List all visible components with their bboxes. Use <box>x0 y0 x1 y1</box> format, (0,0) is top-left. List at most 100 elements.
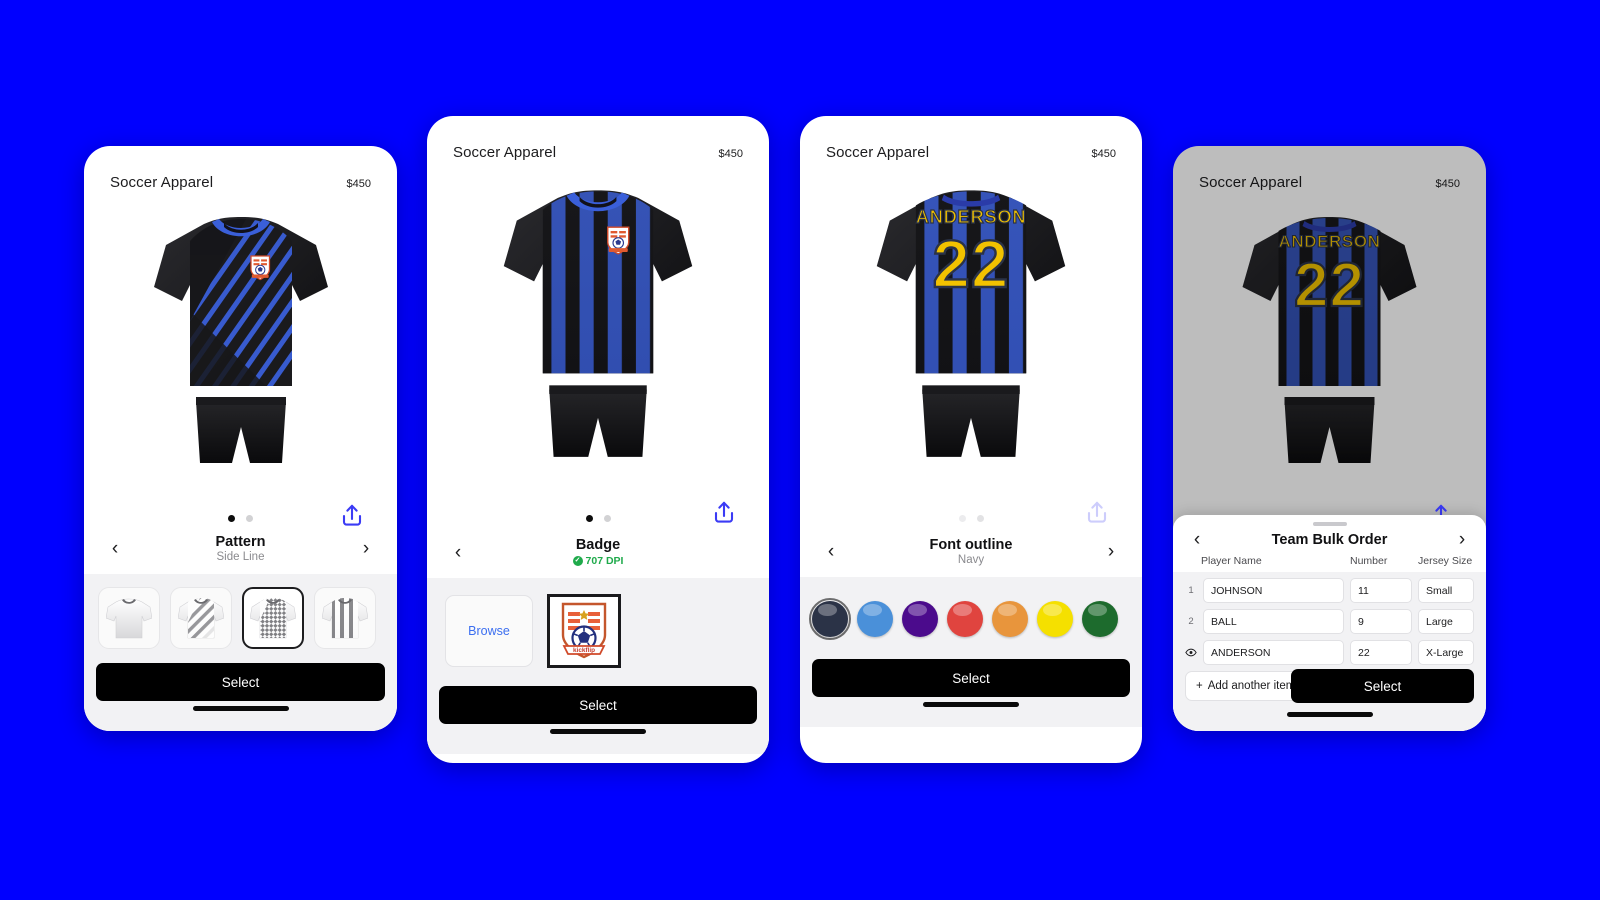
check-icon: ✓ <box>572 556 583 566</box>
carousel-dot-2[interactable] <box>976 514 984 522</box>
page-title: Soccer Apparel <box>826 144 930 161</box>
canvas: Soccer Apparel $450 ‹ Pattern Side Line … <box>0 0 1600 900</box>
jersey-preview[interactable]: ANDERSON 22 <box>800 173 1142 503</box>
column-header-player-name: Player Name <box>1201 555 1262 567</box>
sheet-header: ‹ Team Bulk Order › <box>1173 530 1486 549</box>
prev-option-button[interactable]: ‹ <box>104 539 126 558</box>
page-title: Soccer Apparel <box>1199 174 1303 191</box>
upload-icon <box>342 504 362 526</box>
pattern-thumbnail-list[interactable] <box>84 587 397 649</box>
pattern-thumb-vertical[interactable] <box>314 587 376 649</box>
number-input[interactable]: 9 <box>1350 609 1412 634</box>
share-button[interactable] <box>339 502 367 532</box>
select-button[interactable]: Select <box>96 663 385 701</box>
carousel-dots[interactable] <box>427 501 769 533</box>
player-name-input[interactable]: ANDERSON <box>1203 640 1344 665</box>
shirt-side-line-icon <box>250 598 296 639</box>
option-title: Font outline <box>929 537 1013 553</box>
swatch-purple[interactable] <box>902 601 938 637</box>
page-title: Soccer Apparel <box>453 144 557 161</box>
sheet-title: Team Bulk Order <box>1271 531 1388 548</box>
jersey-preview[interactable] <box>427 173 769 503</box>
card-pattern[interactable]: Soccer Apparel $450 ‹ Pattern Side Line … <box>84 146 397 731</box>
option-title: Pattern <box>215 534 266 550</box>
table-row[interactable]: ANDERSON 22 X-Large <box>1173 640 1486 671</box>
swatch-red[interactable] <box>947 601 983 637</box>
card-badge[interactable]: Soccer Apparel $450 ‹ Badge ✓ 707 DPI Br… <box>427 116 769 763</box>
upload-icon <box>1087 501 1107 523</box>
next-option-button[interactable]: › <box>355 539 377 558</box>
carousel-dot-2[interactable] <box>246 514 253 522</box>
next-option-button[interactable]: › <box>1100 542 1122 561</box>
product-header: Soccer Apparel $450 <box>800 116 1142 161</box>
jersey-player-number: 22 <box>1294 251 1365 320</box>
sheet-footer <box>1173 721 1486 731</box>
swatch-green[interactable] <box>1082 601 1118 637</box>
share-button[interactable] <box>711 499 739 529</box>
player-name-input[interactable]: BALL <box>1203 609 1344 634</box>
option-title: Badge <box>575 537 621 553</box>
badge-picker[interactable]: Browse kickflip <box>427 594 769 668</box>
dpi-label: 707 DPI <box>585 555 624 567</box>
jersey-size-select[interactable]: Small <box>1418 578 1474 603</box>
home-indicator <box>84 701 397 715</box>
prev-option-button[interactable]: ‹ <box>820 542 842 561</box>
carousel-dot-2[interactable] <box>603 514 611 522</box>
carousel-dots[interactable] <box>800 501 1142 533</box>
product-price: $450 <box>1435 178 1460 190</box>
jersey-size-select[interactable]: Large <box>1418 609 1474 634</box>
select-button[interactable]: Select <box>812 659 1130 697</box>
badge-tray: Browse kickflip Select <box>427 578 769 754</box>
sheet-grabber[interactable] <box>1312 522 1347 526</box>
tray-footer <box>800 711 1142 727</box>
tray-footer <box>427 738 769 754</box>
prev-option-button[interactable]: ‹ <box>447 543 469 562</box>
swatch-blue[interactable] <box>857 601 893 637</box>
jersey-back-stripes-icon: ANDERSON 22 <box>1242 217 1417 463</box>
carousel-dot-1[interactable] <box>228 514 235 522</box>
home-indicator <box>800 697 1142 711</box>
next-option-button[interactable]: › <box>1451 530 1473 549</box>
badge-caption: kickflip <box>573 647 595 654</box>
product-header: Soccer Apparel $450 <box>1173 146 1486 191</box>
product-header: Soccer Apparel $450 <box>427 116 769 161</box>
table-row[interactable]: 1 JOHNSON 11 Small <box>1173 578 1486 609</box>
number-input[interactable]: 11 <box>1350 578 1412 603</box>
select-button[interactable]: Select <box>439 686 757 724</box>
pattern-thumb-diagonal[interactable] <box>170 587 232 649</box>
page-title: Soccer Apparel <box>110 174 214 191</box>
jersey-preview[interactable] <box>84 201 397 506</box>
number-input[interactable]: 22 <box>1350 640 1412 665</box>
carousel-dots[interactable] <box>84 504 397 530</box>
pattern-thumb-side-line[interactable] <box>242 587 304 649</box>
card-bulk-order[interactable]: Soccer Apparel $450 ANDERSON 22 ‹ Team B… <box>1173 146 1486 731</box>
jersey-player-name: ANDERSON <box>916 206 1027 227</box>
table-row[interactable]: 2 BALL 9 Large <box>1173 609 1486 640</box>
color-swatch-list[interactable] <box>800 598 1142 640</box>
carousel-dot-1[interactable] <box>958 514 966 522</box>
bulk-order-sheet[interactable]: ‹ Team Bulk Order › Player Name Number J… <box>1173 515 1486 731</box>
product-header: Soccer Apparel $450 <box>84 146 397 191</box>
badge-thumbnail[interactable]: kickflip <box>547 594 621 668</box>
card-font-outline[interactable]: Soccer Apparel $450 ANDERSON 22 ‹ Font o… <box>800 116 1142 763</box>
pattern-thumb-plain[interactable] <box>98 587 160 649</box>
select-button[interactable]: Select <box>1291 669 1474 703</box>
table-body: 1 JOHNSON 11 Small 2 BALL 9 Large ANDERS… <box>1173 572 1486 731</box>
carousel-dot-1[interactable] <box>585 514 593 522</box>
player-name-input[interactable]: JOHNSON <box>1203 578 1344 603</box>
home-indicator <box>427 724 769 738</box>
share-button[interactable] <box>1084 499 1112 529</box>
prev-option-button[interactable]: ‹ <box>1186 530 1208 549</box>
jersey-size-select[interactable]: X-Large <box>1418 640 1474 665</box>
swatch-navy[interactable] <box>809 598 851 640</box>
option-panel-font-outline: ‹ Font outline Navy › Select <box>800 535 1142 727</box>
jersey-preview[interactable]: ANDERSON 22 <box>1173 201 1486 506</box>
add-another-item-button[interactable]: + Add another item <box>1185 671 1307 701</box>
swatch-yellow[interactable] <box>1037 601 1073 637</box>
color-tray: Select <box>800 577 1142 727</box>
swatch-orange[interactable] <box>992 601 1028 637</box>
eye-icon[interactable] <box>1185 648 1197 657</box>
browse-button[interactable]: Browse <box>445 595 533 667</box>
option-value: Side Line <box>216 551 265 563</box>
table-header: Player Name Number Jersey Size <box>1173 549 1486 572</box>
